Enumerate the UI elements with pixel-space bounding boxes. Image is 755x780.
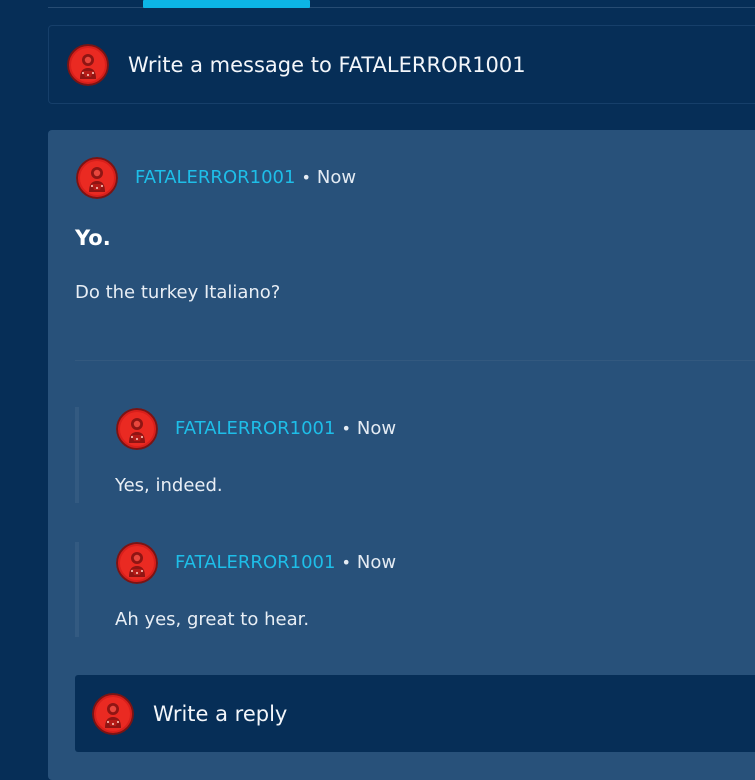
meta-separator: • <box>301 168 311 187</box>
post-author-link[interactable]: FATALERROR1001 <box>135 167 295 188</box>
post-title: Yo. <box>75 226 111 250</box>
reply-meta: FATALERROR1001 • Now <box>175 418 396 440</box>
tab-bar <box>48 0 755 8</box>
reply-timestamp: Now <box>356 552 397 573</box>
reply-input[interactable]: Write a reply <box>75 675 755 752</box>
message-composer[interactable]: Write a message to FATALERROR1001 <box>48 25 755 104</box>
active-tab-indicator[interactable] <box>143 0 310 8</box>
post-body: Do the turkey Italiano? <box>75 282 281 303</box>
post-timestamp: Now <box>316 167 357 188</box>
reply-avatar-icon[interactable] <box>116 408 158 450</box>
reply-input-placeholder[interactable]: Write a reply <box>153 701 287 727</box>
reply-author-link[interactable]: FATALERROR1001 <box>175 552 335 573</box>
reply-text: Ah yes, great to hear. <box>115 609 310 630</box>
thread-divider <box>75 360 755 361</box>
reply-meta: FATALERROR1001 • Now <box>175 552 396 574</box>
reply-author-link[interactable]: FATALERROR1001 <box>175 418 335 439</box>
user-avatar-icon <box>67 44 109 86</box>
reply-avatar-icon[interactable] <box>116 542 158 584</box>
post-meta: FATALERROR1001 • Now <box>135 167 356 189</box>
reply-text: Yes, indeed. <box>115 475 223 496</box>
meta-separator: • <box>341 553 351 572</box>
message-thread-card: FATALERROR1001 • Now Yo. Do the turkey Ita… <box>48 130 755 780</box>
meta-separator: • <box>341 419 351 438</box>
message-composer-placeholder[interactable]: Write a message to FATALERROR1001 <box>128 52 526 78</box>
author-avatar-icon[interactable] <box>76 157 118 199</box>
reply-timestamp: Now <box>356 418 397 439</box>
reply-thread-line <box>75 407 79 503</box>
reply-thread-line <box>75 542 79 637</box>
user-avatar-icon <box>92 693 134 735</box>
